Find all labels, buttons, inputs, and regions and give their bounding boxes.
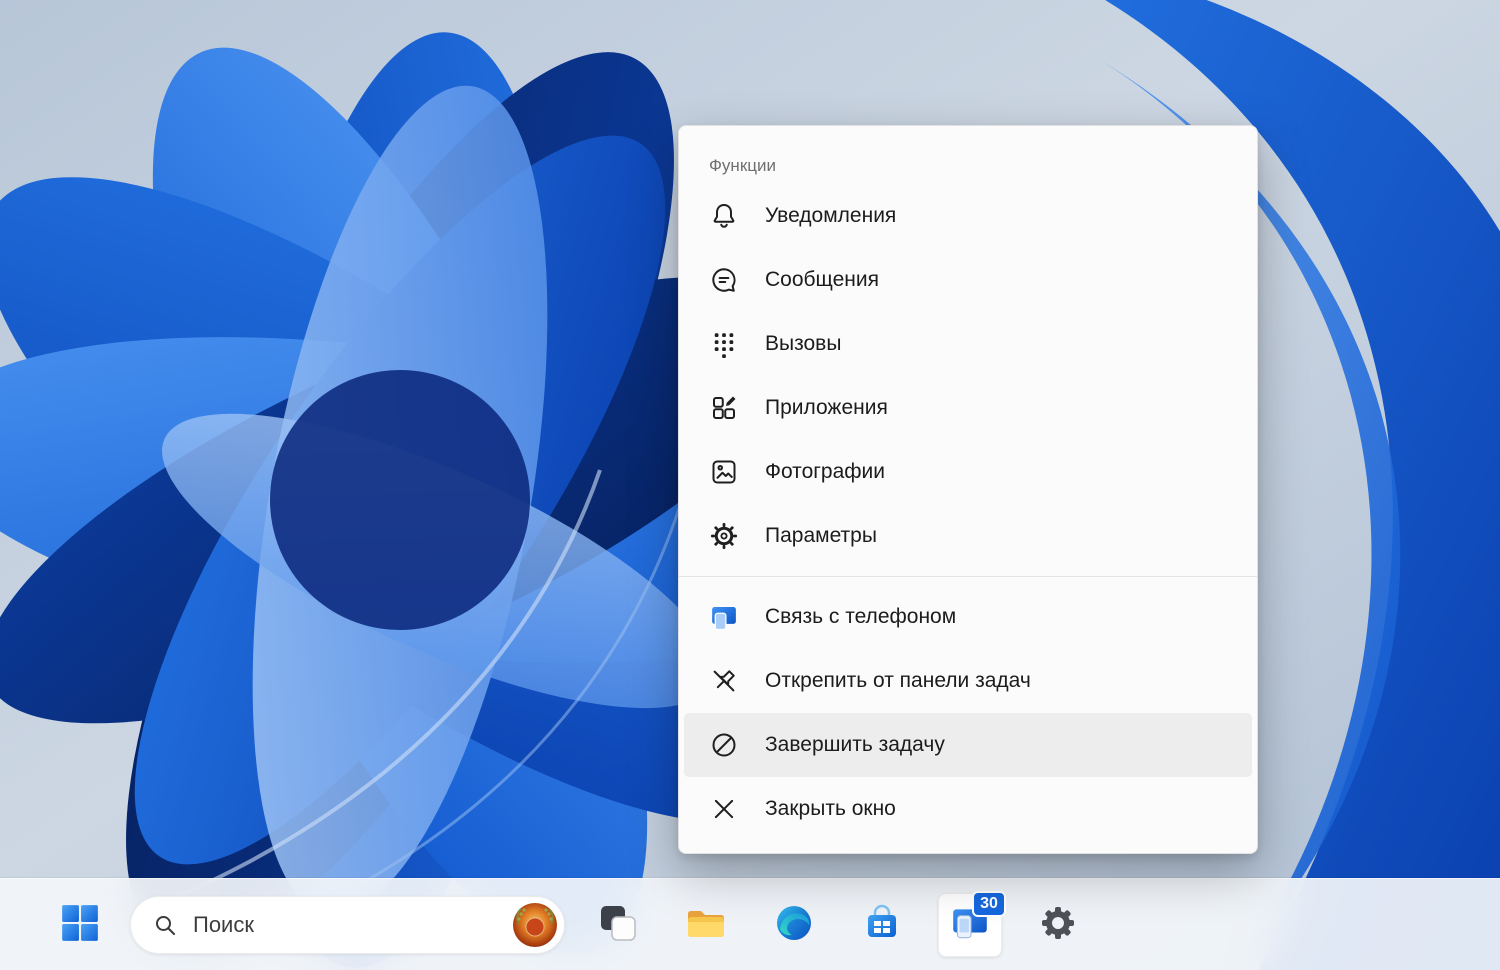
menu-item-settings[interactable]: Параметры (684, 504, 1252, 568)
photo-icon (709, 457, 739, 487)
menu-section-header: Функции (709, 156, 776, 175)
menu-item-phone-link-app[interactable]: Связь с телефоном (684, 585, 1252, 649)
taskbar-file-explorer-button[interactable] (674, 893, 738, 957)
taskbar-task-view-button[interactable] (586, 893, 650, 957)
menu-item-apps[interactable]: Приложения (684, 376, 1252, 440)
end-task-icon (709, 730, 739, 760)
menu-item-unpin[interactable]: Открепить от панели задач (684, 649, 1252, 713)
folder-icon (684, 903, 728, 946)
dialpad-icon (709, 329, 739, 359)
menu-item-close-window[interactable]: Закрыть окно (684, 777, 1252, 841)
menu-item-label: Приложения (765, 396, 888, 419)
unpin-icon (709, 666, 739, 696)
search-input[interactable] (193, 911, 512, 938)
menu-item-label: Вызовы (765, 332, 842, 355)
menu-item-label: Уведомления (765, 204, 897, 227)
taskbar-settings-button[interactable] (1026, 893, 1090, 957)
bell-icon (709, 201, 739, 231)
taskbar: 30 (0, 878, 1500, 970)
phone-link-app-icon (709, 602, 739, 632)
menu-item-messages[interactable]: Сообщения (684, 248, 1252, 312)
menu-item-label: Открепить от панели задач (765, 669, 1031, 692)
search-daily-image[interactable] (512, 902, 558, 948)
menu-item-photos[interactable]: Фотографии (684, 440, 1252, 504)
menu-item-label: Завершить задачу (765, 733, 945, 756)
apps-pen-icon (709, 393, 739, 423)
windows-logo-icon (59, 902, 101, 947)
settings-gear-icon (1038, 903, 1078, 946)
menu-item-label: Параметры (765, 524, 877, 547)
menu-item-label: Связь с телефоном (765, 605, 957, 628)
menu-item-notifications[interactable]: Уведомления (684, 184, 1252, 248)
close-icon (709, 794, 739, 824)
search-icon (153, 913, 177, 937)
taskbar-search[interactable] (130, 895, 565, 954)
menu-item-label: Закрыть окно (765, 797, 896, 820)
taskbar-app-icons: 30 (586, 879, 1090, 970)
taskbar-store-button[interactable] (850, 893, 914, 957)
menu-divider (679, 576, 1257, 577)
menu-item-label: Фотографии (765, 460, 886, 483)
taskbar-edge-button[interactable] (762, 893, 826, 957)
menu-item-label: Сообщения (765, 268, 879, 291)
edge-browser-icon (774, 903, 814, 946)
store-bag-icon (862, 903, 902, 946)
notification-badge: 30 (972, 890, 1006, 917)
menu-item-calls[interactable]: Вызовы (684, 312, 1252, 376)
task-view-icon (598, 903, 638, 946)
taskbar-phone-link-button[interactable]: 30 (938, 890, 1006, 957)
phone-link-jumplist-menu: Функции Уведомления Сообщения Вызовы При… (678, 125, 1258, 854)
chat-bubble-icon (709, 265, 739, 295)
menu-item-end-task[interactable]: Завершить задачу (684, 713, 1252, 777)
gear-outline-icon (709, 521, 739, 551)
start-button[interactable] (50, 895, 110, 955)
